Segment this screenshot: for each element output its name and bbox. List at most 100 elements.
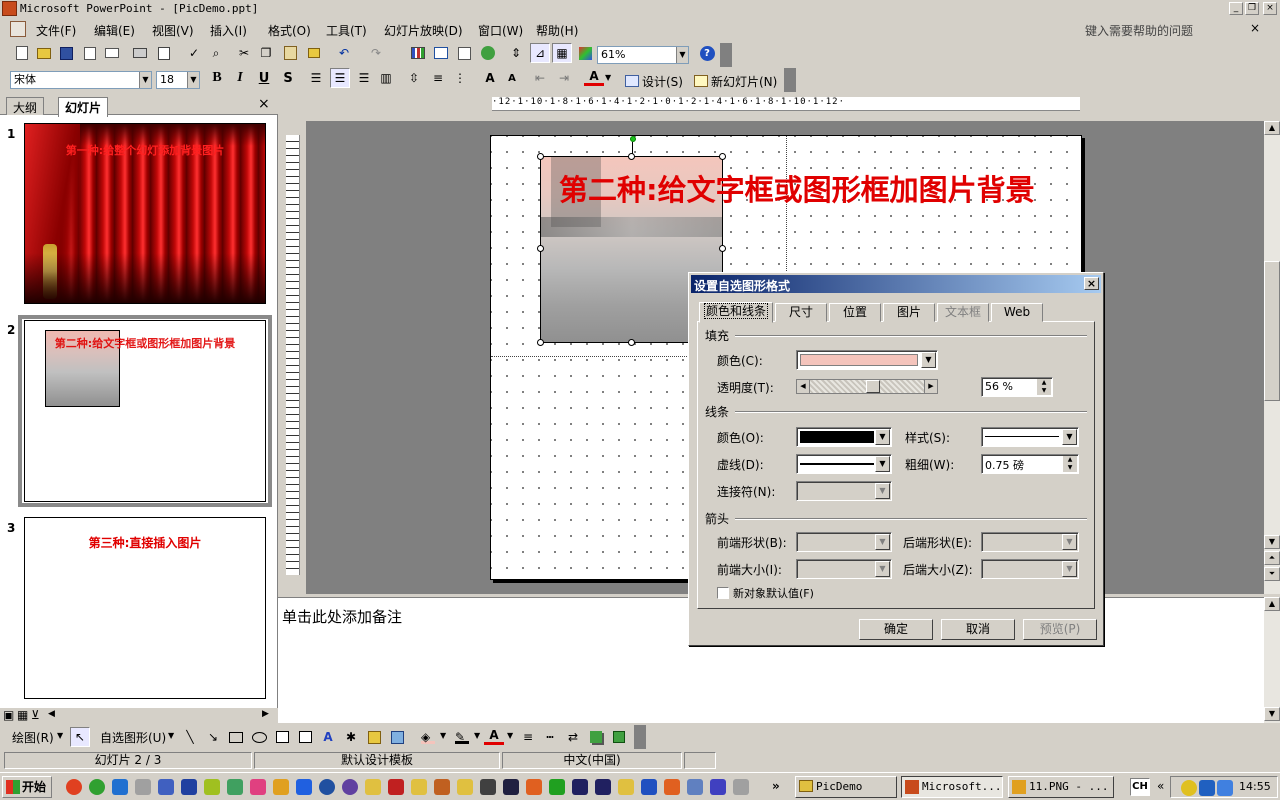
end-size-select[interactable]: ▼ bbox=[981, 559, 1079, 579]
resize-handle[interactable] bbox=[537, 153, 544, 160]
draw-menu[interactable]: 绘图(R) bbox=[12, 729, 54, 746]
email-icon[interactable] bbox=[102, 43, 122, 63]
begin-style-select[interactable]: ▼ bbox=[796, 532, 892, 552]
weight-spin-up-icon[interactable]: ▲ bbox=[1063, 456, 1077, 464]
slide-thumbnail-2[interactable]: 第二种:给文字框或图形框加图片背景 bbox=[24, 320, 266, 502]
app-icon[interactable] bbox=[434, 779, 450, 795]
dialog-close-button[interactable]: × bbox=[1084, 277, 1099, 290]
insert-table-icon[interactable] bbox=[431, 43, 451, 63]
format-painter-icon[interactable] bbox=[304, 43, 324, 63]
diagram-icon[interactable]: ✱ bbox=[341, 727, 361, 747]
network-icon[interactable] bbox=[1199, 780, 1215, 796]
resize-handle[interactable] bbox=[719, 153, 726, 160]
align-left-icon[interactable]: ☰ bbox=[306, 68, 326, 88]
normal-view-icon[interactable]: ▣ bbox=[3, 708, 14, 722]
design-button[interactable]: 设计(S) bbox=[625, 72, 683, 90]
slide-thumbnail-3[interactable]: 第三种:直接插入图片 bbox=[24, 517, 266, 699]
shadow-style-icon[interactable] bbox=[586, 727, 606, 747]
save-icon[interactable] bbox=[56, 43, 76, 63]
scroll-up-icon[interactable]: ▲ bbox=[1264, 121, 1280, 135]
app-icon[interactable] bbox=[526, 779, 542, 795]
new-slide-button[interactable]: 新幻灯片(N) bbox=[694, 72, 777, 90]
tray-app-icon[interactable] bbox=[1217, 780, 1233, 796]
font-select[interactable]: 宋体 ▼ bbox=[10, 71, 152, 89]
help-icon[interactable]: ? bbox=[697, 43, 717, 63]
insert-chart-icon[interactable] bbox=[408, 43, 428, 63]
new-icon[interactable] bbox=[12, 43, 32, 63]
print-icon[interactable] bbox=[130, 43, 150, 63]
app-icon[interactable] bbox=[319, 779, 335, 795]
end-style-select[interactable]: ▼ bbox=[981, 532, 1079, 552]
insert-picture-icon[interactable] bbox=[478, 43, 498, 63]
line-weight-input[interactable]: 0.75 磅 ▲ ▼ bbox=[981, 454, 1079, 474]
slide-sorter-icon[interactable]: ▦ bbox=[17, 708, 28, 722]
resize-handle[interactable] bbox=[628, 153, 635, 160]
draw-dropdown-icon[interactable]: ▼ bbox=[57, 731, 63, 740]
bold-button[interactable]: B bbox=[207, 68, 227, 88]
cancel-button[interactable]: 取消 bbox=[941, 619, 1015, 640]
menu-format[interactable]: 格式(O) bbox=[268, 22, 311, 39]
bullets-icon[interactable]: ⋮ bbox=[450, 68, 470, 88]
minimize-button[interactable]: _ bbox=[1229, 2, 1243, 15]
app-icon[interactable] bbox=[181, 779, 197, 795]
line-color-icon[interactable]: ✎ bbox=[452, 727, 472, 747]
open-icon[interactable] bbox=[34, 43, 54, 63]
notes-scroll-down-icon[interactable]: ▼ bbox=[1264, 707, 1280, 721]
connector-select[interactable]: ▼ bbox=[796, 481, 892, 501]
color-grayscale-icon[interactable] bbox=[575, 43, 595, 63]
zoom-select[interactable]: 61% ▼ bbox=[597, 46, 689, 64]
increase-indent-icon[interactable]: ⇥ bbox=[554, 68, 574, 88]
paste-icon[interactable] bbox=[280, 43, 300, 63]
redo-icon[interactable]: ↷ bbox=[366, 43, 386, 63]
decrease-font-icon[interactable]: A bbox=[502, 68, 522, 88]
app-icon[interactable] bbox=[549, 779, 565, 795]
shadow-button[interactable]: S bbox=[278, 68, 298, 88]
align-center-icon[interactable]: ☰ bbox=[330, 68, 350, 88]
line-tool-icon[interactable]: ╲ bbox=[180, 727, 200, 747]
folder-icon[interactable] bbox=[618, 779, 634, 795]
tab-outline[interactable]: 大纲 bbox=[6, 97, 45, 115]
draw-toolbar-options-icon[interactable] bbox=[634, 725, 646, 749]
menu-slideshow[interactable]: 幻灯片放映(D) bbox=[384, 22, 463, 39]
line-style-dropdown-icon[interactable]: ▼ bbox=[1062, 429, 1077, 445]
oval-tool-icon[interactable] bbox=[249, 727, 269, 747]
draw-font-color-dropdown-icon[interactable]: ▼ bbox=[507, 731, 513, 740]
line-spacing-icon[interactable]: ⇳ bbox=[404, 68, 424, 88]
line-color-select[interactable]: ▼ bbox=[796, 427, 892, 447]
fill-color-select[interactable]: ▼ bbox=[796, 350, 938, 370]
tab-position[interactable]: 位置 bbox=[829, 303, 881, 322]
arrow-style-icon[interactable]: ⇄ bbox=[563, 727, 583, 747]
app-icon[interactable] bbox=[572, 779, 588, 795]
document-icon[interactable] bbox=[10, 21, 26, 37]
rotate-handle[interactable] bbox=[630, 136, 636, 142]
app-icon[interactable] bbox=[595, 779, 611, 795]
draw-font-color-icon[interactable]: A bbox=[484, 727, 504, 745]
resize-handle[interactable] bbox=[537, 245, 544, 252]
transparency-input[interactable]: 56 % ▲ ▼ bbox=[981, 377, 1053, 397]
spin-down-icon[interactable]: ▼ bbox=[1037, 387, 1051, 395]
numbering-icon[interactable]: ≡ bbox=[428, 68, 448, 88]
undo-icon[interactable]: ↶ bbox=[334, 43, 354, 63]
default-checkbox[interactable] bbox=[717, 587, 729, 599]
spin-up-icon[interactable]: ▲ bbox=[1037, 379, 1051, 387]
dash-dropdown-icon[interactable]: ▼ bbox=[875, 456, 890, 472]
app-icon[interactable] bbox=[480, 779, 496, 795]
format-toolbar-options-icon[interactable] bbox=[784, 68, 796, 92]
app-icon[interactable] bbox=[135, 779, 151, 795]
connector-dropdown-icon[interactable]: ▼ bbox=[875, 483, 890, 499]
prev-slide-icon[interactable]: ⏶ bbox=[1264, 551, 1280, 565]
font-size-select[interactable]: 18 ▼ bbox=[156, 71, 200, 89]
vertical-textbox-icon[interactable] bbox=[295, 727, 315, 747]
research-icon[interactable]: ⌕ bbox=[206, 43, 226, 63]
qq-icon[interactable] bbox=[1181, 780, 1197, 796]
app-icon[interactable] bbox=[158, 779, 174, 795]
app-icon[interactable] bbox=[733, 779, 749, 795]
decrease-indent-icon[interactable]: ⇤ bbox=[530, 68, 550, 88]
insert-text-icon[interactable] bbox=[454, 43, 474, 63]
distribute-icon[interactable]: ▥ bbox=[376, 68, 396, 88]
print-preview-icon[interactable] bbox=[154, 43, 174, 63]
tab-slides[interactable]: 幻灯片 bbox=[58, 97, 109, 117]
tab-colors-lines[interactable]: 颜色和线条 bbox=[699, 302, 773, 323]
app-icon[interactable] bbox=[273, 779, 289, 795]
show-grid-icon[interactable]: ▦ bbox=[552, 43, 572, 63]
